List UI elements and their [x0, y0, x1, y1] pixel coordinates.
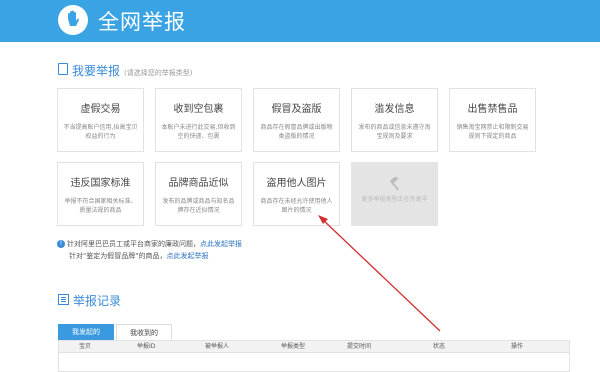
annotation-arrow	[318, 215, 441, 332]
